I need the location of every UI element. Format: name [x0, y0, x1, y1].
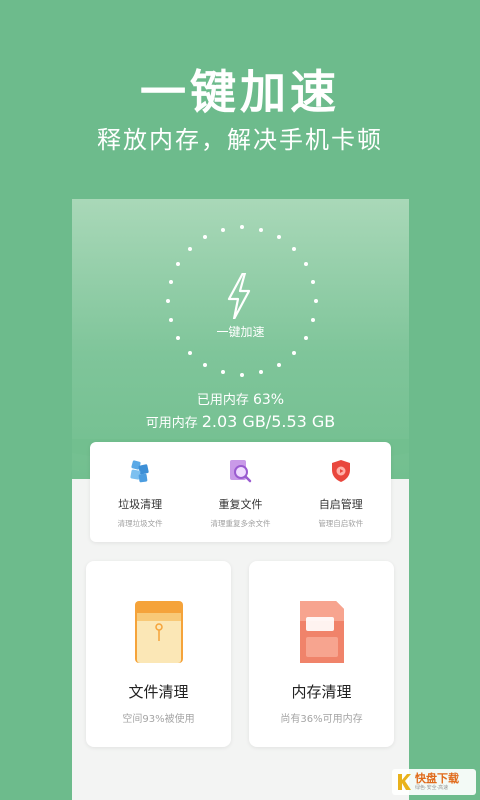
tool-junk-clean[interactable]: 垃圾清理 清理垃圾文件 [95, 458, 185, 542]
tool-junk-desc: 清理垃圾文件 [117, 519, 163, 528]
file-clean-card[interactable]: 文件清理 空间93%被使用 [86, 561, 231, 747]
ring-dot [277, 363, 281, 368]
file-clean-desc: 空间93%被使用 [122, 714, 195, 725]
memory-used-text: 已用内存 63% [72, 389, 409, 408]
memory-clean-title: 内存清理 [291, 683, 352, 701]
ring-dot [203, 234, 207, 239]
watermark-main-text: 快盘下载 [415, 771, 459, 785]
watermark-k-icon [398, 774, 411, 790]
ring-dot [166, 299, 170, 303]
ring-dot [314, 299, 318, 303]
ring-dot [292, 351, 297, 356]
search-file-icon [230, 460, 252, 483]
memory-used-label: 已用内存 [196, 393, 249, 408]
ring-dot [277, 234, 281, 239]
ring-dot [259, 227, 264, 232]
memory-clean-desc: 尚有36%可用内存 [280, 714, 363, 725]
ring-dot [220, 370, 225, 375]
tool-autostart-title: 自启管理 [318, 498, 363, 511]
ring-dot [240, 225, 244, 229]
tool-junk-title: 垃圾清理 [118, 498, 163, 511]
memory-available-label: 可用内存 [145, 416, 198, 431]
shield-icon [331, 460, 350, 482]
memory-used-percent: 63% [252, 392, 285, 408]
ring-dot [311, 279, 316, 284]
sd-card-icon [299, 601, 344, 663]
ring-dot [220, 227, 225, 232]
ring-dot [203, 363, 207, 368]
tool-duplicate-files[interactable]: 重复文件 清理重复多余文件 [195, 458, 285, 542]
watermark-logo: 快盘下载 绿色·安全·高速 [392, 769, 476, 795]
tool-autostart-manage[interactable]: 自启管理 管理自启软件 [296, 458, 386, 542]
ring-dot [187, 351, 192, 356]
ring-dot [304, 262, 309, 266]
ring-dot [168, 318, 173, 323]
folder-icon [134, 601, 183, 663]
tool-autostart-desc: 管理自启软件 [318, 519, 364, 528]
trash-cubes-icon [130, 460, 149, 483]
ring-dot [259, 370, 264, 375]
boost-button-label: 一键加速 [216, 325, 265, 339]
tool-duplicate-desc: 清理重复多余文件 [210, 519, 271, 528]
ring-dot [292, 246, 297, 251]
ring-dot [240, 373, 244, 377]
ring-dot [175, 262, 180, 266]
watermark-sub-text: 绿色·安全·高速 [415, 784, 449, 791]
tool-duplicate-title: 重复文件 [218, 498, 263, 511]
file-clean-title: 文件清理 [128, 683, 189, 701]
memory-available-value: 2.03 GB/5.53 GB [201, 412, 336, 431]
lightning-bolt-icon [227, 273, 251, 319]
memory-clean-card[interactable]: 内存清理 尚有36%可用内存 [249, 561, 394, 747]
page-headline: 一键加速 [140, 65, 340, 119]
ring-dot [187, 246, 192, 251]
ring-dot [311, 318, 316, 323]
page-subheadline: 释放内存，解决手机卡顿 [97, 126, 383, 154]
memory-available-text: 可用内存 2.03 GB/5.53 GB [72, 412, 409, 431]
tools-card: 垃圾清理 清理垃圾文件 重复文件 清理重复多余文件 自启管理 管理自启软件 [90, 442, 391, 542]
ring-dot [168, 279, 173, 284]
